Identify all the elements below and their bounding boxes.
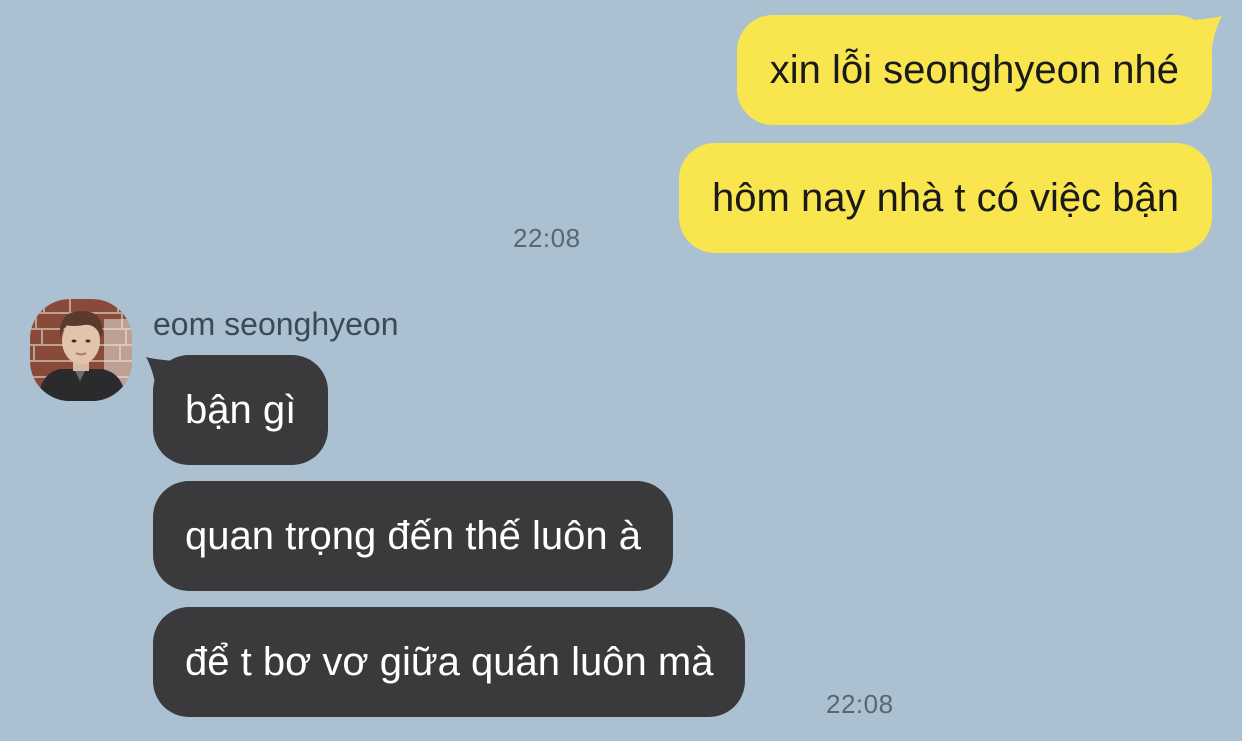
sent-message-bubble[interactable]: hôm nay nhà t có việc bận [679,143,1212,253]
message-text: bận gì [185,388,297,432]
message-timestamp: 22:08 [826,689,894,719]
message-text: để t bơ vơ giữa quán luôn mà [185,640,714,684]
received-message-bubble[interactable]: quan trọng đến thế luôn à [153,481,673,591]
sender-avatar[interactable] [30,299,132,401]
message-timestamp: 22:08 [513,223,581,253]
received-message-bubble[interactable]: bận gì [153,355,329,465]
sent-bubble-tail [1194,16,1222,54]
sender-name: eom seonghyeon [153,306,399,342]
profile-photo-avatar [30,299,132,401]
message-text: xin lỗi seonghyeon nhé [769,48,1179,92]
received-message-bubble[interactable]: để t bơ vơ giữa quán luôn mà [153,607,746,717]
message-text: hôm nay nhà t có việc bận [712,176,1179,220]
sent-message-bubble[interactable]: xin lỗi seonghyeon nhé [736,15,1212,125]
message-text: quan trọng đến thế luôn à [185,514,641,558]
